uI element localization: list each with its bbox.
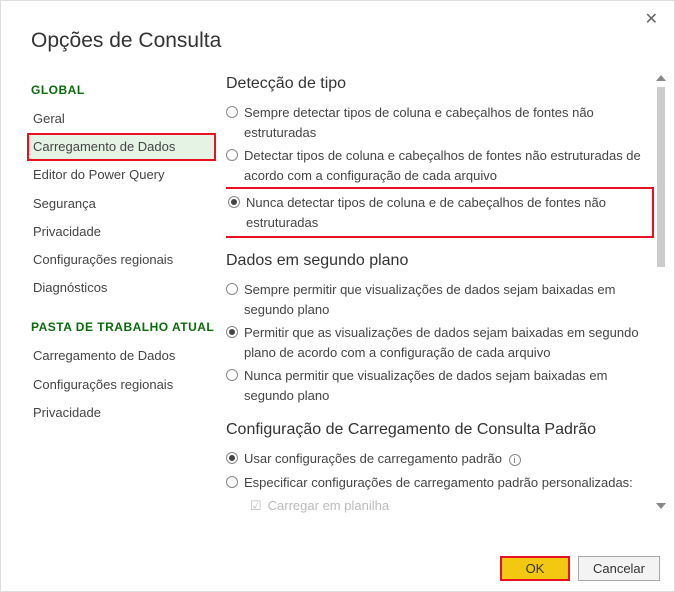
- radio-label: Sempre detectar tipos de coluna e cabeça…: [244, 103, 654, 142]
- checkbox-load-worksheet: ☑ Carregar em planilha: [226, 494, 654, 518]
- radio-icon: [226, 476, 238, 488]
- radio-icon: [226, 283, 238, 295]
- info-icon[interactable]: i: [509, 454, 521, 466]
- scroll-down-icon[interactable]: [656, 503, 666, 509]
- group-title-default-load: Configuração de Carregamento de Consulta…: [226, 421, 654, 439]
- dialog-content: GLOBAL Geral Carregamento de Dados Edito…: [1, 71, 674, 521]
- sidebar-item-privacidade[interactable]: Privacidade: [31, 218, 216, 246]
- radio-bg-perfile[interactable]: Permitir que as visualizações de dados s…: [226, 321, 654, 364]
- radio-label: Usar configurações de carregamento padrã…: [244, 449, 654, 469]
- sidebar-item-wb-config-regionais[interactable]: Configurações regionais: [31, 371, 216, 399]
- close-icon[interactable]: ✕: [639, 7, 664, 31]
- sidebar-item-config-regionais[interactable]: Configurações regionais: [31, 246, 216, 274]
- radio-type-never[interactable]: Nunca detectar tipos de coluna e de cabe…: [228, 191, 648, 234]
- group-title-background: Dados em segundo plano: [226, 252, 654, 270]
- radio-bg-never[interactable]: Nunca permitir que visualizações de dado…: [226, 364, 654, 407]
- radio-label-text: Usar configurações de carregamento padrã…: [244, 451, 502, 466]
- radio-load-default[interactable]: Usar configurações de carregamento padrã…: [226, 447, 654, 471]
- scroll-thumb[interactable]: [657, 87, 665, 267]
- dialog-title: Opções de Consulta: [1, 1, 674, 71]
- radio-label: Detectar tipos de coluna e cabeçalhos de…: [244, 146, 654, 185]
- highlight-never-detect: Nunca detectar tipos de coluna e de cabe…: [226, 187, 654, 238]
- sidebar-item-geral[interactable]: Geral: [31, 105, 216, 133]
- ok-button[interactable]: OK: [500, 556, 570, 581]
- sidebar-item-wb-carregamento[interactable]: Carregamento de Dados: [31, 342, 216, 370]
- checkbox-icon: ☑: [250, 496, 262, 516]
- sidebar-header-global: GLOBAL: [31, 83, 216, 97]
- checkbox-label: Carregar em planilha: [268, 496, 389, 516]
- dialog-footer: OK Cancelar: [500, 556, 660, 581]
- radio-bg-always[interactable]: Sempre permitir que visualizações de dad…: [226, 278, 654, 321]
- radio-icon: [226, 149, 238, 161]
- sidebar-item-editor-power-query[interactable]: Editor do Power Query: [31, 161, 216, 189]
- radio-label: Sempre permitir que visualizações de dad…: [244, 280, 654, 319]
- scroll-up-icon[interactable]: [656, 75, 666, 81]
- radio-label: Permitir que as visualizações de dados s…: [244, 323, 654, 362]
- radio-icon: [228, 196, 240, 208]
- sidebar-item-seguranca[interactable]: Segurança: [31, 190, 216, 218]
- scrollbar[interactable]: [654, 73, 668, 513]
- main-panel: Detecção de tipo Sempre detectar tipos d…: [226, 71, 674, 521]
- sidebar-item-carregamento-dados[interactable]: Carregamento de Dados: [27, 133, 216, 161]
- group-title-type-detection: Detecção de tipo: [226, 75, 654, 93]
- radio-icon: [226, 326, 238, 338]
- radio-load-custom[interactable]: Especificar configurações de carregament…: [226, 471, 654, 495]
- radio-icon: [226, 452, 238, 464]
- radio-label: Nunca permitir que visualizações de dado…: [244, 366, 654, 405]
- sidebar-item-wb-privacidade[interactable]: Privacidade: [31, 399, 216, 427]
- radio-icon: [226, 369, 238, 381]
- sidebar-item-diagnosticos[interactable]: Diagnósticos: [31, 274, 216, 302]
- sidebar: GLOBAL Geral Carregamento de Dados Edito…: [31, 71, 226, 521]
- radio-type-always[interactable]: Sempre detectar tipos de coluna e cabeça…: [226, 101, 654, 144]
- cancel-button[interactable]: Cancelar: [578, 556, 660, 581]
- sidebar-header-workbook: PASTA DE TRABALHO ATUAL: [31, 320, 216, 334]
- radio-label: Especificar configurações de carregament…: [244, 473, 654, 493]
- radio-label: Nunca detectar tipos de coluna e de cabe…: [246, 193, 648, 232]
- radio-type-perfile[interactable]: Detectar tipos de coluna e cabeçalhos de…: [226, 144, 654, 187]
- radio-icon: [226, 106, 238, 118]
